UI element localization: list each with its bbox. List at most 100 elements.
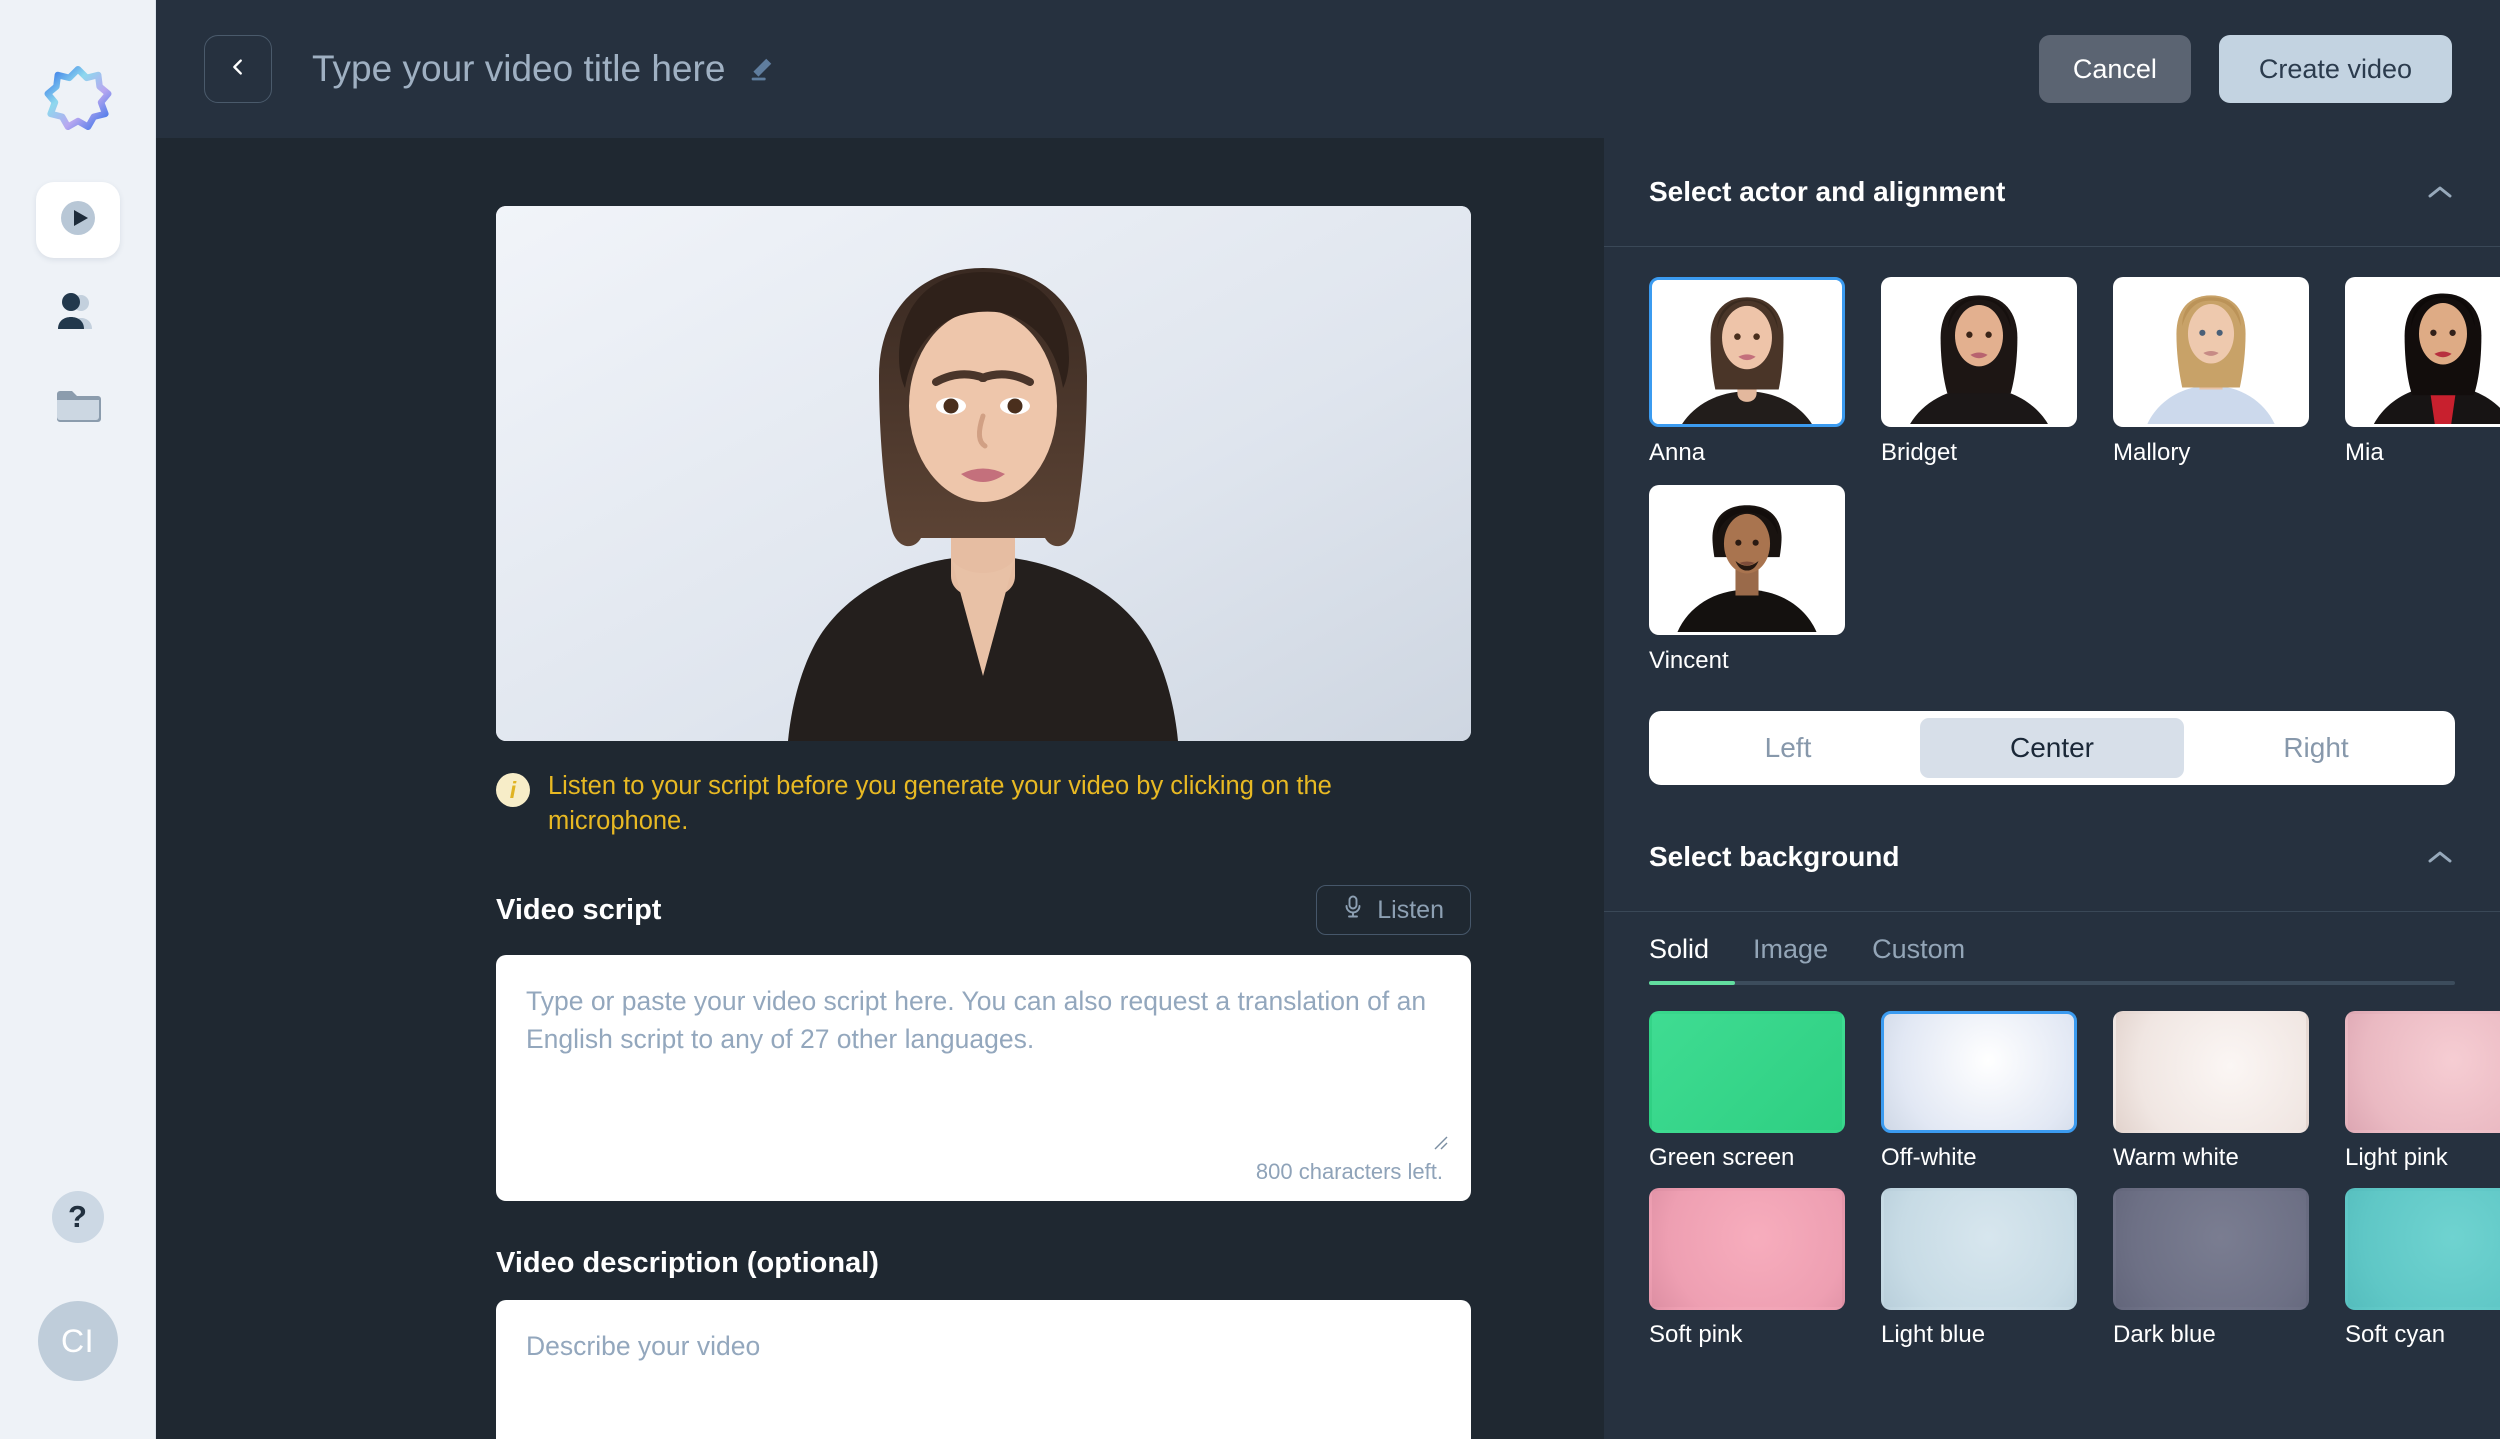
play-circle-icon: [55, 195, 101, 246]
actor-option-vincent[interactable]: Vincent: [1649, 485, 1845, 675]
script-field-header: Video script Listen: [496, 885, 1471, 936]
avatar[interactable]: CI: [37, 1301, 118, 1381]
help-icon[interactable]: ?: [51, 1191, 104, 1243]
top-header-bar: Type your video title here Cancel Create…: [156, 0, 2500, 138]
background-section-header[interactable]: Select background: [1604, 803, 2500, 911]
video-script-placeholder: Type or paste your video script here. Yo…: [526, 986, 1427, 1054]
color-swatch[interactable]: [1881, 1011, 2077, 1133]
pencil-icon[interactable]: [747, 55, 775, 83]
actor-thumbnail[interactable]: [1881, 277, 2077, 427]
actor-option-mallory[interactable]: Mallory: [2113, 277, 2309, 467]
video-script-label: Video script: [496, 893, 662, 926]
microphone-icon: [1343, 895, 1363, 926]
actor-name: Mallory: [2113, 439, 2191, 466]
tab-custom[interactable]: Custom: [1850, 934, 1987, 981]
video-title-group[interactable]: Type your video title here: [312, 48, 775, 90]
people-icon: [54, 291, 102, 338]
background-name: Green screen: [1649, 1144, 1795, 1171]
alignment-segmented-control: Left Center Right: [1649, 711, 2455, 785]
alignment-option-center[interactable]: Center: [1920, 718, 2184, 778]
video-preview[interactable]: [496, 206, 1471, 741]
folder-icon: [55, 387, 101, 430]
background-option-soft-cyan[interactable]: Soft cyan: [2345, 1188, 2500, 1349]
header-actions: Cancel Create video: [2038, 35, 2452, 103]
listen-button-label: Listen: [1377, 895, 1444, 924]
chevron-left-icon: [227, 56, 249, 83]
actor-option-mia[interactable]: Mia: [2345, 277, 2500, 467]
background-name: Light blue: [1881, 1321, 1986, 1348]
tab-active-indicator: [1649, 981, 1735, 985]
background-name: Dark blue: [2113, 1321, 2216, 1348]
body-row: i Listen to your script before you gener…: [156, 138, 2500, 1439]
listen-notice: i Listen to your script before you gener…: [496, 769, 1471, 839]
color-swatch[interactable]: [2113, 1188, 2309, 1310]
actor-thumbnail[interactable]: [2113, 277, 2309, 427]
background-name: Soft cyan: [2345, 1321, 2446, 1348]
cancel-button[interactable]: Cancel: [2038, 35, 2191, 103]
background-section-title: Select background: [1649, 841, 1900, 872]
video-title-placeholder[interactable]: Type your video title here: [312, 48, 725, 90]
video-description-label: Video description (optional): [496, 1247, 879, 1280]
background-swatch-grid: Green screen Off-white Warm white Light …: [1604, 985, 2500, 1379]
actor-name: Bridget: [1881, 439, 1958, 466]
color-swatch[interactable]: [1649, 1188, 1845, 1310]
alignment-option-left[interactable]: Left: [1656, 718, 1920, 778]
background-option-light-pink[interactable]: Light pink: [2345, 1011, 2500, 1172]
app-root: ? CI Type your video title here Cancel C…: [0, 0, 2500, 1439]
actor-thumbnail[interactable]: [1649, 485, 1845, 635]
actor-name: Anna: [1649, 439, 1706, 466]
background-name: Warm white: [2113, 1144, 2239, 1171]
listen-button[interactable]: Listen: [1316, 885, 1471, 936]
actor-name: Vincent: [1649, 647, 1729, 674]
tab-image[interactable]: Image: [1731, 934, 1850, 981]
color-swatch[interactable]: [2345, 1011, 2500, 1133]
background-name: Soft pink: [1649, 1321, 1743, 1348]
resize-handle-icon[interactable]: [1431, 1133, 1449, 1151]
actor-name: Mia: [2345, 439, 2384, 466]
color-swatch[interactable]: [2113, 1011, 2309, 1133]
alignment-option-right[interactable]: Right: [2184, 718, 2448, 778]
editor-column: i Listen to your script before you gener…: [156, 138, 1604, 1439]
actor-section-title: Select actor and alignment: [1649, 176, 2006, 207]
back-button[interactable]: [204, 35, 272, 103]
color-swatch[interactable]: [1881, 1188, 2077, 1310]
actor-thumbnail[interactable]: [2345, 277, 2500, 427]
chevron-up-icon[interactable]: [2425, 848, 2455, 866]
app-logo[interactable]: [42, 62, 114, 134]
color-swatch[interactable]: [1649, 1011, 1845, 1133]
description-field-header: Video description (optional): [496, 1247, 1471, 1280]
characters-left-counter: 800 characters left.: [1255, 1159, 1443, 1185]
right-settings-panel: Select actor and alignment Anna Bridget …: [1604, 138, 2500, 1439]
video-script-input[interactable]: Type or paste your video script here. Yo…: [496, 955, 1471, 1202]
actor-section-header[interactable]: Select actor and alignment: [1604, 138, 2500, 246]
info-icon: i: [496, 773, 530, 807]
color-swatch[interactable]: [2345, 1188, 2500, 1310]
actor-option-anna[interactable]: Anna: [1649, 277, 1845, 467]
background-option-soft-pink[interactable]: Soft pink: [1649, 1188, 1845, 1349]
video-description-placeholder: Describe your video: [526, 1331, 761, 1362]
background-option-green-screen[interactable]: Green screen: [1649, 1011, 1845, 1172]
background-option-off-white[interactable]: Off-white: [1881, 1011, 2077, 1172]
video-description-input[interactable]: Describe your video: [496, 1300, 1471, 1439]
background-option-warm-white[interactable]: Warm white: [2113, 1011, 2309, 1172]
background-option-dark-blue[interactable]: Dark blue: [2113, 1188, 2309, 1349]
background-name: Off-white: [1881, 1144, 1977, 1171]
actor-option-bridget[interactable]: Bridget: [1881, 277, 2077, 467]
editor-inner: i Listen to your script before you gener…: [496, 206, 1471, 1439]
tab-underline: [1649, 981, 2455, 985]
background-tabs: Solid Image Custom: [1604, 912, 2500, 981]
background-name: Light pink: [2345, 1144, 2448, 1171]
tab-solid[interactable]: Solid: [1649, 934, 1731, 981]
rail-bottom-group: ? CI: [0, 1191, 155, 1381]
sidebar-item-folders[interactable]: [36, 370, 120, 446]
chevron-up-icon[interactable]: [2425, 183, 2455, 201]
listen-notice-text: Listen to your script before you generat…: [548, 772, 1332, 836]
actor-thumbnail[interactable]: [1649, 277, 1845, 427]
create-video-button[interactable]: Create video: [2218, 35, 2452, 103]
left-nav-rail: ? CI: [0, 0, 156, 1439]
sidebar-item-videos[interactable]: [35, 182, 120, 258]
rail-item-list: [35, 182, 120, 446]
background-option-light-blue[interactable]: Light blue: [1881, 1188, 2077, 1349]
actor-grid: Anna Bridget Mallory Mia Vincent: [1604, 247, 2500, 683]
sidebar-item-actors[interactable]: [36, 276, 120, 352]
